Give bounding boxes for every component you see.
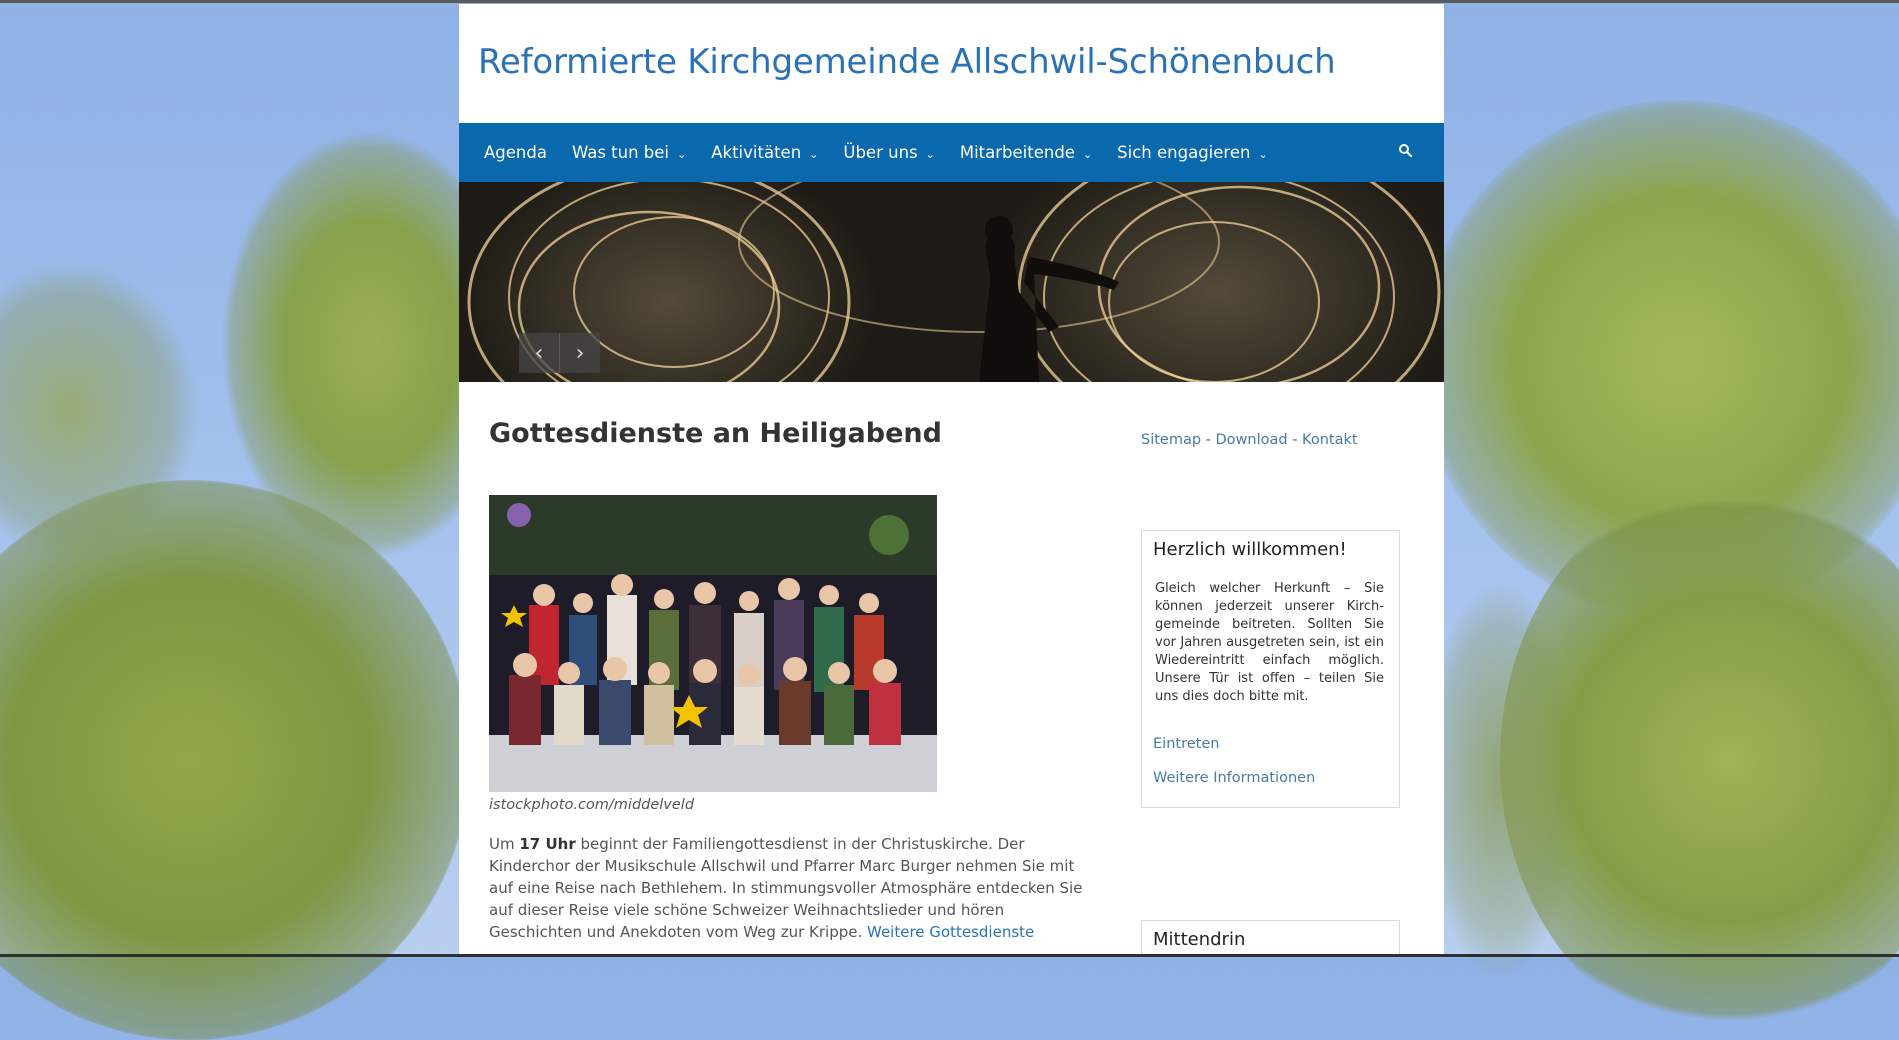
main-content: Gottesdienste an Heiligabend istockphoto… [489, 418, 1099, 941]
link-separator: - [1201, 432, 1216, 448]
chevron-down-icon: ⌄ [677, 148, 687, 161]
download-link[interactable]: Download [1216, 432, 1288, 448]
link-separator: - [1287, 432, 1303, 448]
post-text-time: 17 Uhr [519, 835, 576, 853]
mittendrin-widget-title: Mittendrin [1153, 929, 1246, 950]
image-caption: istockphoto.com/middelveld [489, 797, 695, 813]
hero-slider: ‹ › [459, 182, 1444, 382]
page-container: Reformierte Kirchgemeinde Allschwil-Schö… [459, 4, 1444, 954]
sitemap-link[interactable]: Sitemap [1141, 432, 1201, 448]
post-text-intro: Um [489, 835, 520, 853]
mittendrin-widget: Mittendrin [1141, 920, 1400, 954]
nav-item-sich-engagieren[interactable]: Sich engagieren ⌄ [1117, 143, 1267, 162]
hero-image [459, 182, 1444, 382]
search-icon[interactable] [1398, 143, 1414, 159]
nav-item-label: Über uns [843, 143, 918, 162]
window-top-border [0, 0, 1899, 3]
chevron-down-icon: ⌄ [809, 148, 819, 161]
nav-item-label: Aktivitäten [711, 143, 802, 162]
nav-item-label: Sich engagieren [1117, 143, 1251, 162]
site-header: Reformierte Kirchgemeinde Allschwil-Schö… [459, 4, 1444, 124]
welcome-widget-title: Herzlich willkommen! [1153, 539, 1347, 560]
chevron-down-icon: ⌄ [1258, 148, 1268, 161]
chevron-down-icon: ⌄ [1082, 148, 1093, 161]
nav-item-was-tun-bei[interactable]: Was tun bei ⌄ [572, 143, 686, 162]
utility-links: Sitemap - Download - Kontakt [1141, 432, 1400, 448]
sidebar: Sitemap - Download - Kontakt Herzlich wi… [1141, 432, 1400, 954]
site-title[interactable]: Reformierte Kirchgemeinde Allschwil-Schö… [478, 42, 1336, 82]
slider-next-button[interactable]: › [559, 333, 600, 373]
main-navigation: Agenda Was tun bei ⌄ Aktivitäten ⌄ Über … [459, 123, 1444, 182]
nav-item-mitarbeitende[interactable]: Mitarbeitende ⌄ [960, 143, 1092, 162]
welcome-widget: Herzlich willkommen! Gleich welcher Herk… [1141, 530, 1400, 808]
welcome-widget-text: Gleich welcher Herkunft – Sie können jed… [1155, 581, 1384, 704]
post-title: Gottesdienste an Heiligabend [489, 418, 942, 449]
chevron-down-icon: ⌄ [925, 148, 935, 161]
nav-item-aktivitaeten[interactable]: Aktivitäten ⌄ [711, 143, 818, 162]
nav-item-agenda[interactable]: Agenda [484, 143, 547, 162]
post-image [489, 495, 937, 792]
nav-item-label: Was tun bei [571, 143, 670, 162]
nav-item-ueber-uns[interactable]: Über uns ⌄ [843, 143, 934, 162]
post-body: Um 17 Uhr beginnt der Familiengottesdien… [489, 833, 1099, 943]
kontakt-link[interactable]: Kontakt [1302, 432, 1358, 448]
nav-item-label: Agenda [484, 143, 547, 162]
more-services-link[interactable]: Weitere Gottesdienste [867, 923, 1034, 941]
slider-prev-button[interactable]: ‹ [519, 333, 559, 373]
eintreten-link[interactable]: Eintreten [1153, 736, 1219, 752]
nav-item-label: Mitarbeitende [959, 143, 1075, 162]
more-info-link[interactable]: Weitere Informationen [1153, 770, 1315, 786]
